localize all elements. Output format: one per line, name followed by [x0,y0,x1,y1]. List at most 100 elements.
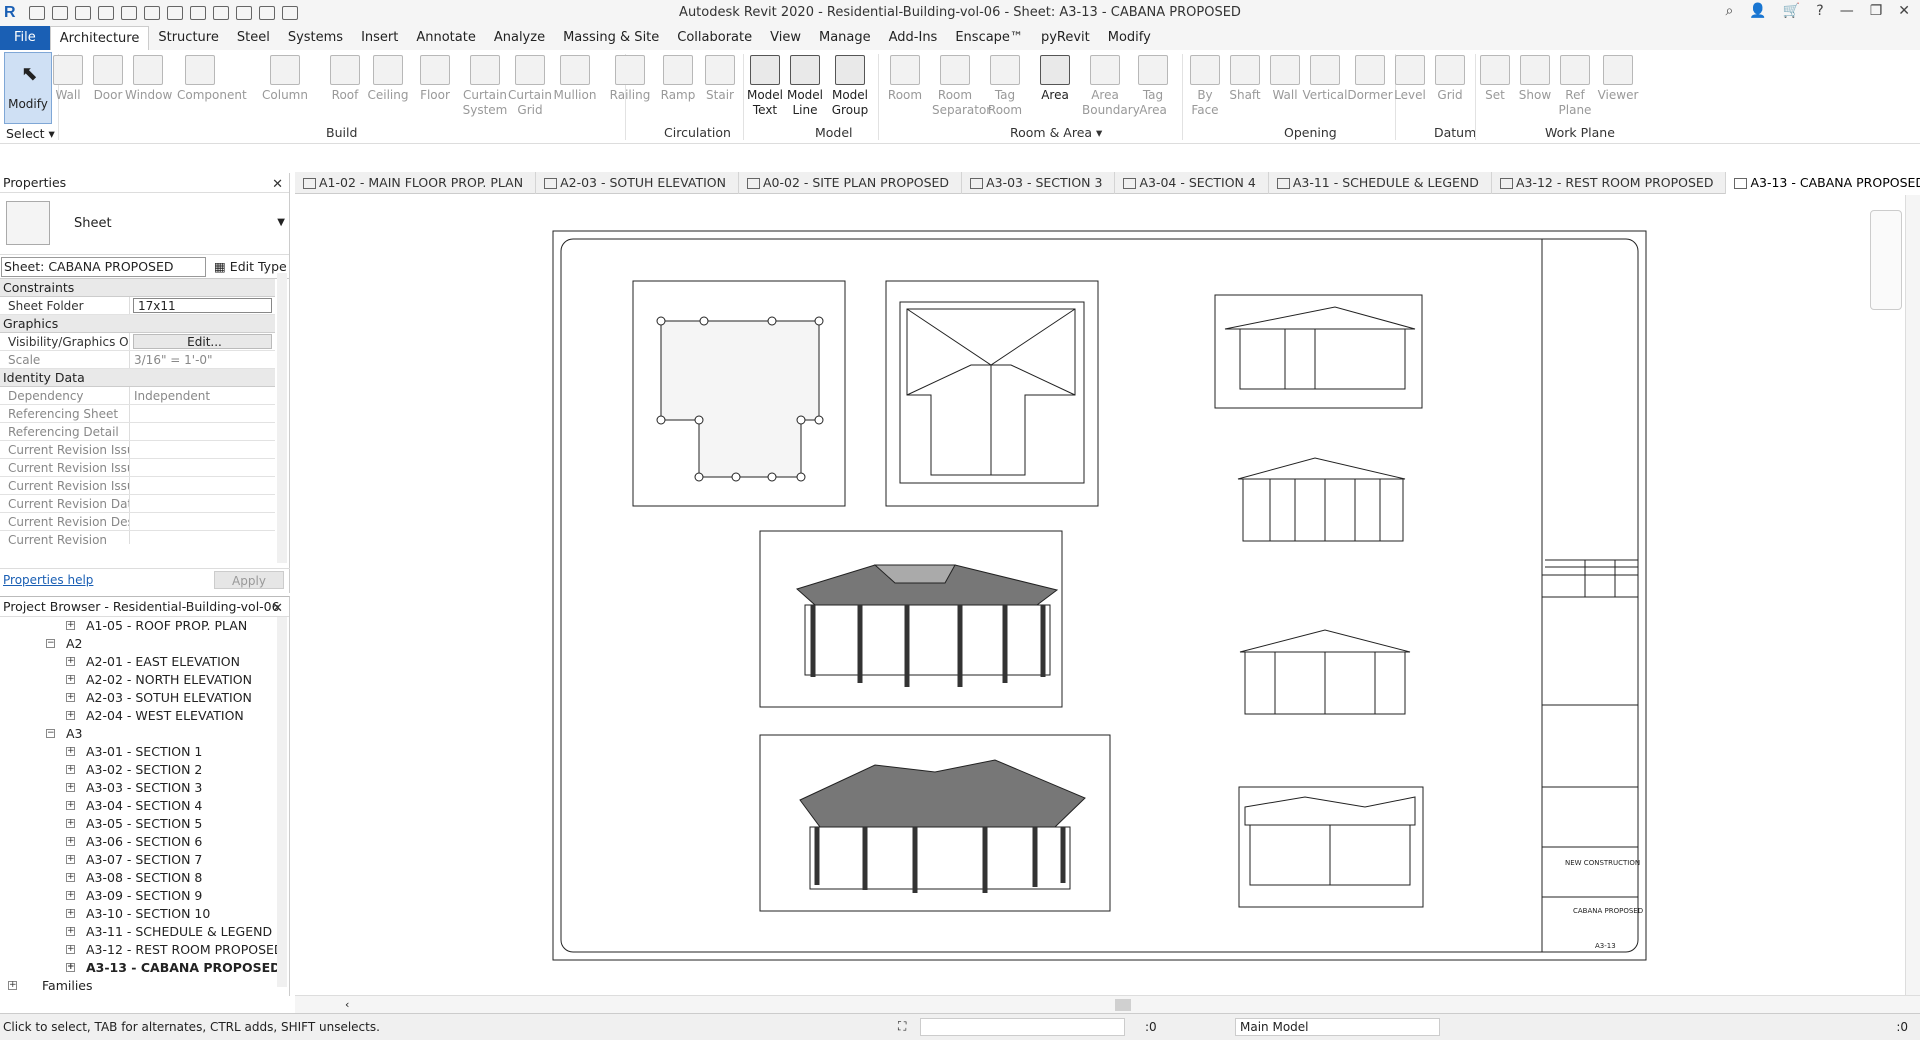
browser-item[interactable]: + A2-04 - WEST ELEVATION [0,707,276,725]
view-tab[interactable]: A3-11 - SCHEDULE & LEGEND [1269,172,1492,194]
expand-icon[interactable]: + [66,891,75,900]
property-value[interactable] [130,459,275,476]
property-value[interactable] [130,405,275,422]
user-icon[interactable]: 👤 [1749,3,1766,19]
expand-icon[interactable]: + [66,819,75,828]
expand-icon[interactable]: + [66,909,75,918]
view-tab[interactable]: A3-03 - SECTION 3 [962,172,1116,194]
help-icon[interactable]: ? [1816,3,1823,19]
expand-icon[interactable]: + [66,693,75,702]
tab-add-ins[interactable]: Add-Ins [880,26,947,50]
tab-manage[interactable]: Manage [810,26,880,50]
tab-systems[interactable]: Systems [279,26,352,50]
property-value[interactable]: 17x11 [133,298,272,313]
section-icon[interactable] [236,6,252,20]
ribbon-mullion-button[interactable]: Mullion [552,53,598,123]
ribbon-ref-plane-button[interactable]: Ref Plane [1552,53,1598,123]
ribbon-column-button[interactable]: Column [262,53,308,123]
expand-icon[interactable]: + [66,927,75,936]
open-icon[interactable] [29,6,45,20]
property-value[interactable] [130,423,275,440]
save-icon[interactable] [52,6,68,20]
instance-filter-select[interactable]: Sheet: CABANA PROPOSED [1,257,206,277]
ribbon-model-group-button[interactable]: Model Group [827,53,873,123]
browser-item[interactable]: + A3-06 - SECTION 6 [0,833,276,851]
property-row[interactable]: Current Revision Date [0,495,275,513]
browser-item[interactable]: + A3-08 - SECTION 8 [0,869,276,887]
design-option-select[interactable]: Main Model [1235,1018,1440,1036]
browser-item[interactable]: − A2 [0,635,276,653]
expand-icon[interactable]: + [66,621,75,630]
horizontal-scrollbar[interactable] [1115,999,1131,1011]
property-group-identity-data[interactable]: Identity Data [0,369,275,387]
expand-icon[interactable]: + [66,783,75,792]
revit-logo-icon[interactable]: R [4,4,22,22]
tab-massing-site[interactable]: Massing & Site [554,26,668,50]
property-row[interactable]: Referencing Sheet [0,405,275,423]
property-row[interactable]: Current Revision Des... [0,513,275,531]
drawing-canvas[interactable]: NEW CONSTRUCTION CABANA PROPOSED A3-13 [295,195,1905,995]
worksets-icon[interactable]: ⛶ [898,1019,906,1034]
browser-item[interactable]: + A3-01 - SECTION 1 [0,743,276,761]
property-group-graphics[interactable]: Graphics [0,315,275,333]
property-value[interactable] [130,531,275,544]
search-icon[interactable]: ⌕ [1726,3,1734,19]
ribbon-viewer-button[interactable]: Viewer [1595,53,1641,123]
view-tab[interactable]: A1-02 - MAIN FLOOR PROP. PLAN [295,172,537,194]
property-row[interactable]: Current Revision Issu... [0,441,275,459]
ribbon-grid-button[interactable]: Grid [1427,53,1473,123]
property-row[interactable]: Current Revision Issu... [0,459,275,477]
tab-insert[interactable]: Insert [352,26,407,50]
property-row[interactable]: Current Revision [0,531,275,544]
expand-icon[interactable]: + [66,711,75,720]
browser-item[interactable]: + A3-10 - SECTION 10 [0,905,276,923]
collapse-icon[interactable]: − [46,639,55,648]
expand-icon[interactable]: + [66,747,75,756]
browser-item[interactable]: − A3 [0,725,276,743]
expand-icon[interactable]: + [66,873,75,882]
property-row[interactable]: Scale 3/16" = 1'-0" [0,351,275,369]
browser-item[interactable]: + A3-07 - SECTION 7 [0,851,276,869]
edit-type-button[interactable]: ▦ Edit Type [214,259,287,274]
tab-annotate[interactable]: Annotate [407,26,484,50]
expand-icon[interactable]: + [66,675,75,684]
browser-item[interactable]: + A3-09 - SECTION 9 [0,887,276,905]
browser-item[interactable]: + A1-05 - ROOF PROP. PLAN [0,617,276,635]
ribbon-stair-button[interactable]: Stair [697,53,743,123]
print-icon[interactable] [144,6,160,20]
browser-item[interactable]: + A3-12 - REST ROOM PROPOSED [0,941,284,959]
expand-icon[interactable]: + [66,945,75,954]
ribbon-ramp-button[interactable]: Ramp [655,53,701,123]
browser-item[interactable]: + A3-05 - SECTION 5 [0,815,276,833]
select-dropdown[interactable]: Select ▾ [6,126,55,141]
switch-windows-icon[interactable] [282,6,298,20]
tab-steel[interactable]: Steel [228,26,279,50]
browser-item[interactable]: + A2-02 - NORTH ELEVATION [0,671,276,689]
ribbon-area-boundary-button[interactable]: Area Boundary [1082,53,1140,123]
tab-structure[interactable]: Structure [149,26,227,50]
view-tab[interactable]: A2-03 - SOTUH ELEVATION [536,172,739,194]
browser-scrollbar[interactable] [277,617,287,987]
scroll-left-icon[interactable]: ‹ [345,998,349,1011]
view-tab[interactable]: A3-13 - CABANA PROPOSED ✕ [1726,172,1920,194]
ribbon-tag-room-button[interactable]: Tag Room [982,53,1028,123]
apply-button[interactable]: Apply [214,571,284,589]
tab-collaborate[interactable]: Collaborate [668,26,761,50]
expand-icon[interactable]: + [8,981,17,990]
ribbon-roof-button[interactable]: Roof [322,53,368,123]
ribbon-vertical-button[interactable]: Vertical [1302,53,1348,123]
properties-help-link[interactable]: Properties help [3,573,93,587]
expand-icon[interactable]: + [66,963,75,972]
redo-icon[interactable] [121,6,137,20]
browser-item[interactable]: + Families [0,977,276,995]
expand-icon[interactable]: + [66,837,75,846]
ribbon-area-button[interactable]: Area [1032,53,1078,123]
property-group-constraints[interactable]: Constraints [0,279,275,297]
property-row[interactable]: Referencing Detail [0,423,275,441]
tab-file[interactable]: File [0,26,50,50]
ribbon-model-line-button[interactable]: Model Line [782,53,828,123]
view-tab[interactable]: A3-12 - REST ROOM PROPOSED [1492,172,1727,194]
tab-architecture[interactable]: Architecture [49,26,150,50]
sync-icon[interactable] [75,6,91,20]
ribbon-room-separator-button[interactable]: Room Separator [932,53,991,123]
